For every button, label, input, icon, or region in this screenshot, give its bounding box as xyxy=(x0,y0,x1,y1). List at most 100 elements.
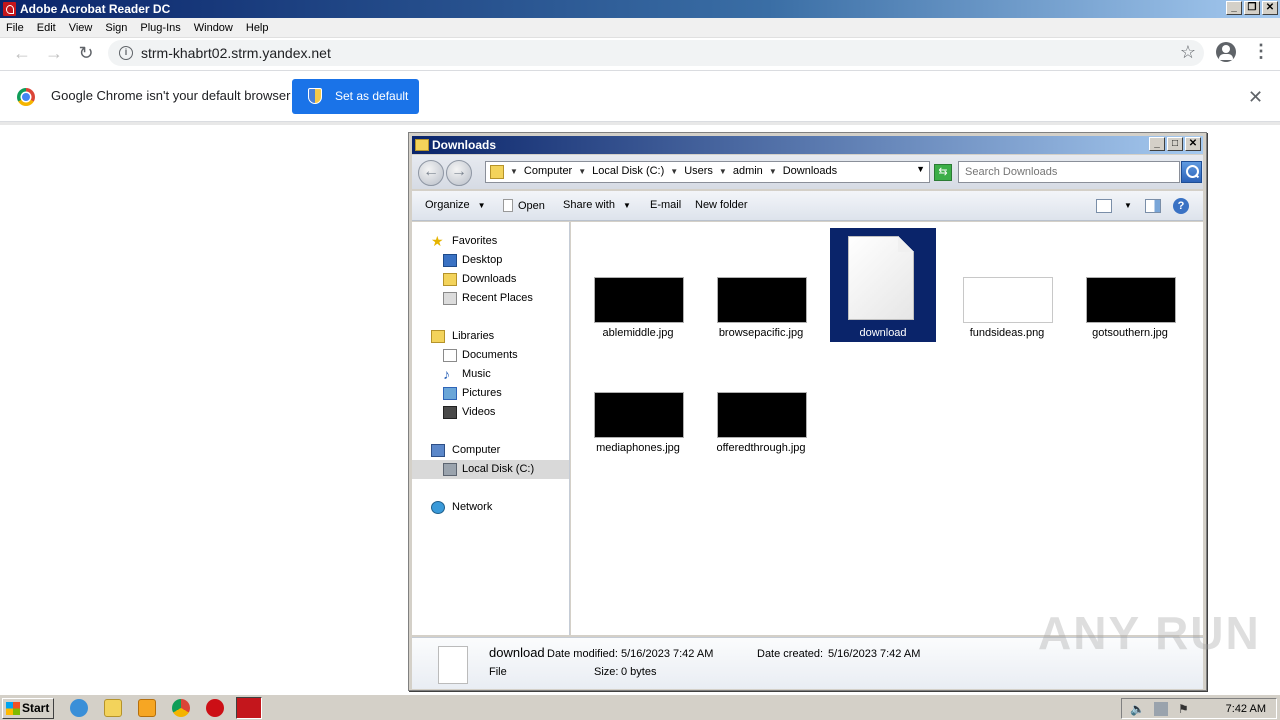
nav-music-label: Music xyxy=(462,368,491,380)
menu-window[interactable]: Window xyxy=(194,22,233,34)
share-with-button[interactable]: Share with ▼ xyxy=(563,199,631,211)
restore-button[interactable]: ❐ xyxy=(1244,1,1260,15)
open-button[interactable]: Open xyxy=(503,199,545,212)
file-item[interactable]: fundsideas.png xyxy=(954,228,1060,342)
nav-videos-label: Videos xyxy=(462,406,496,418)
nav-downloads[interactable]: Downloads xyxy=(412,270,569,289)
start-button[interactable]: Start xyxy=(2,698,54,719)
reload-icon[interactable]: ↻ xyxy=(76,43,96,63)
file-item[interactable]: ablemiddle.jpg xyxy=(585,228,691,342)
breadcrumb-admin[interactable]: admin xyxy=(733,165,763,179)
nav-local-disk[interactable]: Local Disk (C:) xyxy=(412,460,569,479)
menu-bar: File Edit View Sign Plug-Ins Window Help xyxy=(0,18,1280,38)
search-icon[interactable] xyxy=(1181,161,1202,183)
nav-computer-label: Computer xyxy=(452,444,501,456)
explorer-taskbar-icon[interactable] xyxy=(104,699,122,717)
explorer-window-controls: _ □ ✕ xyxy=(1149,137,1201,151)
nav-recent-places[interactable]: Recent Places xyxy=(412,289,569,308)
set-as-default-button[interactable]: Set as default xyxy=(292,79,419,114)
close-button[interactable]: ✕ xyxy=(1262,1,1278,15)
breadcrumb-separator-icon[interactable]: ▼ xyxy=(670,165,678,179)
watermark: ANY RUN xyxy=(1038,607,1261,659)
explorer-forward-icon[interactable]: → xyxy=(446,160,472,186)
breadcrumb-local-disk[interactable]: Local Disk (C:) xyxy=(592,165,664,179)
file-item-selected[interactable]: download xyxy=(830,228,936,342)
new-folder-button[interactable]: New folder xyxy=(695,199,748,211)
nav-desktop[interactable]: Desktop xyxy=(412,251,569,270)
nav-documents[interactable]: Documents xyxy=(412,346,569,365)
file-item[interactable]: browsepacific.jpg xyxy=(708,228,814,342)
chrome-taskbar-icon[interactable] xyxy=(172,699,190,717)
search-input[interactable] xyxy=(959,162,1179,182)
change-view-icon[interactable] xyxy=(1096,199,1112,213)
nav-computer[interactable]: Computer xyxy=(412,441,569,460)
image-thumbnail xyxy=(717,392,807,438)
nav-libraries[interactable]: Libraries xyxy=(412,327,569,346)
network-tray-icon[interactable] xyxy=(1154,702,1168,716)
file-item[interactable]: mediaphones.jpg xyxy=(585,343,691,457)
preview-pane-icon[interactable] xyxy=(1145,199,1161,213)
image-thumbnail xyxy=(594,392,684,438)
menu-view[interactable]: View xyxy=(69,22,93,34)
address-bar[interactable]: i strm-khabrt02.strm.yandex.net ☆ xyxy=(108,40,1204,66)
media-player-icon[interactable] xyxy=(138,699,156,717)
opera-icon[interactable] xyxy=(206,699,224,717)
nav-pictures[interactable]: Pictures xyxy=(412,384,569,403)
breadcrumb-separator-icon[interactable]: ▼ xyxy=(719,165,727,179)
shield-icon xyxy=(308,88,322,104)
breadcrumb-separator-icon[interactable]: ▼ xyxy=(769,165,777,179)
file-name: mediaphones.jpg xyxy=(596,442,680,454)
file-name: gotsouthern.jpg xyxy=(1092,327,1168,339)
acrobat-taskbar-icon[interactable] xyxy=(236,697,262,719)
internet-explorer-icon[interactable] xyxy=(70,699,88,717)
action-center-flag-icon[interactable]: ⚑ xyxy=(1178,702,1192,716)
refresh-icon[interactable]: ⇆ xyxy=(934,164,952,181)
minimize-button[interactable]: _ xyxy=(1226,1,1242,15)
nav-videos[interactable]: Videos xyxy=(412,403,569,422)
taskbar: Start 🔈 ⚑ 7:42 AM xyxy=(0,694,1280,720)
nav-music[interactable]: ♪ Music xyxy=(412,365,569,384)
explorer-maximize-button[interactable]: □ xyxy=(1167,137,1183,151)
explorer-address-bar[interactable]: ▼ Computer ▼ Local Disk (C:) ▼ Users ▼ a… xyxy=(485,161,930,183)
address-dropdown-icon[interactable]: ▼ xyxy=(916,164,925,174)
details-file-type: File xyxy=(489,666,507,678)
nav-favorites[interactable]: ★ Favorites xyxy=(412,232,569,251)
infobar-close-icon[interactable]: ✕ xyxy=(1248,87,1263,108)
more-menu-icon[interactable]: ⋮ xyxy=(1252,42,1270,62)
menu-sign[interactable]: Sign xyxy=(105,22,127,34)
breadcrumb-computer[interactable]: Computer xyxy=(524,165,572,179)
menu-edit[interactable]: Edit xyxy=(37,22,56,34)
organize-button[interactable]: Organize ▼ xyxy=(425,199,486,211)
nav-network[interactable]: Network xyxy=(412,498,569,517)
search-box[interactable] xyxy=(958,161,1180,183)
share-with-label: Share with xyxy=(563,199,615,211)
breadcrumb-users[interactable]: Users xyxy=(684,165,713,179)
explorer-minimize-button[interactable]: _ xyxy=(1149,137,1165,151)
url-text[interactable]: strm-khabrt02.strm.yandex.net xyxy=(141,45,331,61)
bookmark-star-icon[interactable]: ☆ xyxy=(1180,42,1196,63)
volume-icon[interactable]: 🔈 xyxy=(1130,702,1145,716)
menu-plugins[interactable]: Plug-Ins xyxy=(140,22,180,34)
site-info-icon[interactable]: i xyxy=(119,46,133,60)
date-modified-label: Date modified: xyxy=(547,648,618,660)
menu-file[interactable]: File xyxy=(6,22,24,34)
back-arrow-icon[interactable]: ← xyxy=(12,43,32,63)
breadcrumb-separator-icon[interactable]: ▼ xyxy=(578,165,586,179)
account-icon[interactable] xyxy=(1216,42,1236,62)
explorer-close-button[interactable]: ✕ xyxy=(1185,137,1201,151)
explorer-back-icon[interactable]: ← xyxy=(418,160,444,186)
help-icon[interactable]: ? xyxy=(1173,198,1189,214)
nav-libraries-label: Libraries xyxy=(452,330,495,342)
file-name: download xyxy=(859,327,907,339)
music-icon: ♪ xyxy=(443,366,450,382)
menu-help[interactable]: Help xyxy=(246,22,269,34)
view-dropdown-icon[interactable]: ▼ xyxy=(1124,199,1132,211)
file-item[interactable]: gotsouthern.jpg xyxy=(1077,228,1183,342)
clock[interactable]: 7:42 AM xyxy=(1226,703,1266,715)
file-item[interactable]: offeredthrough.jpg xyxy=(708,343,814,457)
organize-label: Organize xyxy=(425,199,470,211)
breadcrumb-downloads[interactable]: Downloads xyxy=(783,165,837,179)
forward-arrow-icon[interactable]: → xyxy=(44,43,64,63)
email-button[interactable]: E-mail xyxy=(650,199,681,211)
file-name: browsepacific.jpg xyxy=(718,327,804,339)
